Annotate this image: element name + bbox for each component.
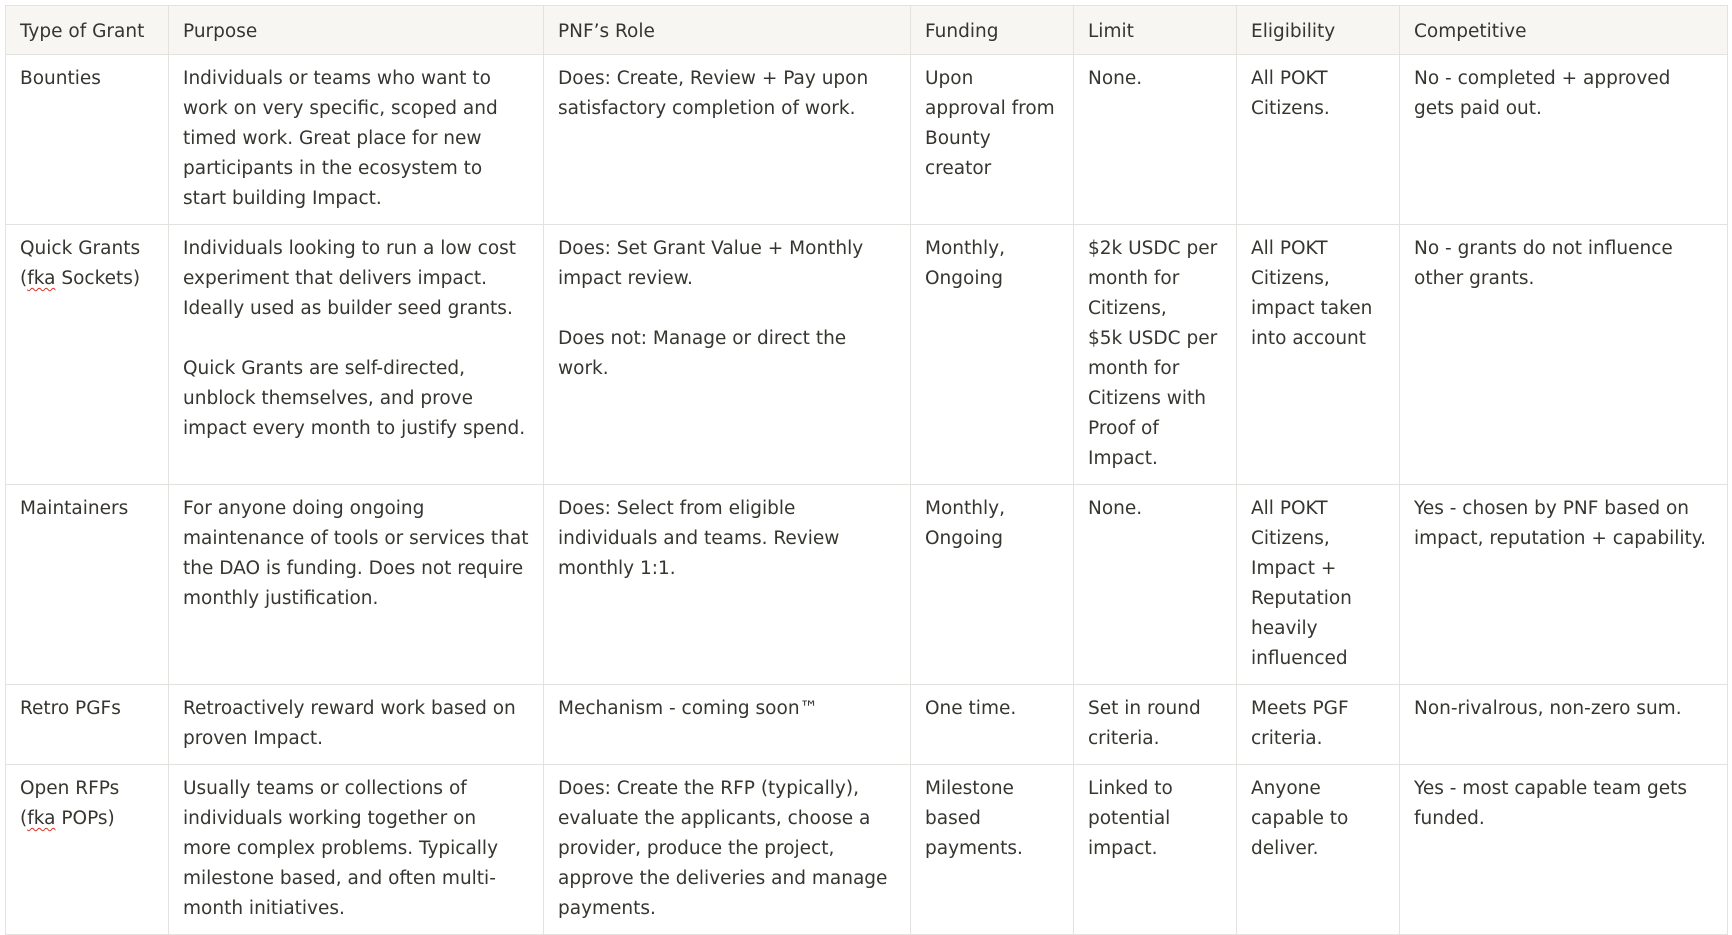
cell-role: Does: Select from eligible individuals a… <box>543 484 911 685</box>
cell-purpose: Individuals or teams who want to work on… <box>168 54 544 225</box>
cell-type: Bounties <box>5 54 169 225</box>
cell-type-text: Maintainers <box>20 498 129 519</box>
header-pnf-role: PNF’s Role <box>543 5 911 55</box>
cell-eligibility: All POKT Citizens. <box>1236 54 1400 225</box>
table-row: Maintainers For anyone doing ongoing mai… <box>5 484 1728 685</box>
cell-limit: Set in round criteria. <box>1073 684 1237 765</box>
cell-eligibility: All POKT Citizens, Impact + Reputation h… <box>1236 484 1400 685</box>
cell-eligibility: Anyone capable to deliver. <box>1236 764 1400 935</box>
cell-role: Does: Create, Review + Pay upon satisfac… <box>543 54 911 225</box>
cell-competitive: Yes - most capable team gets funded. <box>1399 764 1728 935</box>
cell-purpose: Usually teams or collections of individu… <box>168 764 544 935</box>
table-row: Bounties Individuals or teams who want t… <box>5 54 1728 225</box>
grants-table: Type of Grant Purpose PNF’s Role Funding… <box>5 5 1728 935</box>
spellcheck-fka: fka <box>27 268 56 289</box>
cell-funding: Milestone based payments. <box>910 764 1074 935</box>
table-row: Retro PGFs Retroactively reward work bas… <box>5 684 1728 765</box>
table-row: Open RFPs (fka POPs) Usually teams or co… <box>5 764 1728 935</box>
cell-funding: Upon approval from Bounty creator <box>910 54 1074 225</box>
cell-competitive: No - grants do not influence other grant… <box>1399 224 1728 485</box>
cell-competitive: Yes - chosen by PNF based on impact, rep… <box>1399 484 1728 685</box>
header-limit: Limit <box>1073 5 1237 55</box>
spellcheck-fka: fka <box>27 808 56 829</box>
header-type-of-grant: Type of Grant <box>5 5 169 55</box>
cell-purpose: Retroactively reward work based on prove… <box>168 684 544 765</box>
cell-limit: None. <box>1073 484 1237 685</box>
cell-type-text: Retro PGFs <box>20 698 121 719</box>
cell-type-text-end: Sockets) <box>55 268 141 289</box>
cell-purpose: For anyone doing ongoing maintenance of … <box>168 484 544 685</box>
cell-purpose: Individuals looking to run a low cost ex… <box>168 224 544 485</box>
cell-limit: None. <box>1073 54 1237 225</box>
cell-competitive: No - completed + approved gets paid out. <box>1399 54 1728 225</box>
cell-funding: One time. <box>910 684 1074 765</box>
cell-type-text: Bounties <box>20 68 101 89</box>
cell-role: Mechanism - coming soon™ <box>543 684 911 765</box>
table-row: Quick Grants (fka Sockets) Individuals l… <box>5 224 1728 485</box>
cell-eligibility: All POKT Citizens, impact taken into acc… <box>1236 224 1400 485</box>
cell-competitive: Non-rivalrous, non-zero sum. <box>1399 684 1728 765</box>
cell-type: Open RFPs (fka POPs) <box>5 764 169 935</box>
cell-limit: Linked to potential impact. <box>1073 764 1237 935</box>
cell-type: Maintainers <box>5 484 169 685</box>
cell-funding: Monthly, Ongoing <box>910 484 1074 685</box>
table-header-row: Type of Grant Purpose PNF’s Role Funding… <box>5 5 1728 55</box>
cell-role: Does: Create the RFP (typically), evalua… <box>543 764 911 935</box>
cell-type-text-end: POPs) <box>55 808 115 829</box>
cell-limit: $2k USDC per month for Citizens, $5k USD… <box>1073 224 1237 485</box>
cell-type: Quick Grants (fka Sockets) <box>5 224 169 485</box>
cell-role: Does: Set Grant Value + Monthly impact r… <box>543 224 911 485</box>
header-eligibility: Eligibility <box>1236 5 1400 55</box>
cell-eligibility: Meets PGF criteria. <box>1236 684 1400 765</box>
cell-type: Retro PGFs <box>5 684 169 765</box>
header-purpose: Purpose <box>168 5 544 55</box>
cell-funding: Monthly, Ongoing <box>910 224 1074 485</box>
header-competitive: Competitive <box>1399 5 1728 55</box>
header-funding: Funding <box>910 5 1074 55</box>
